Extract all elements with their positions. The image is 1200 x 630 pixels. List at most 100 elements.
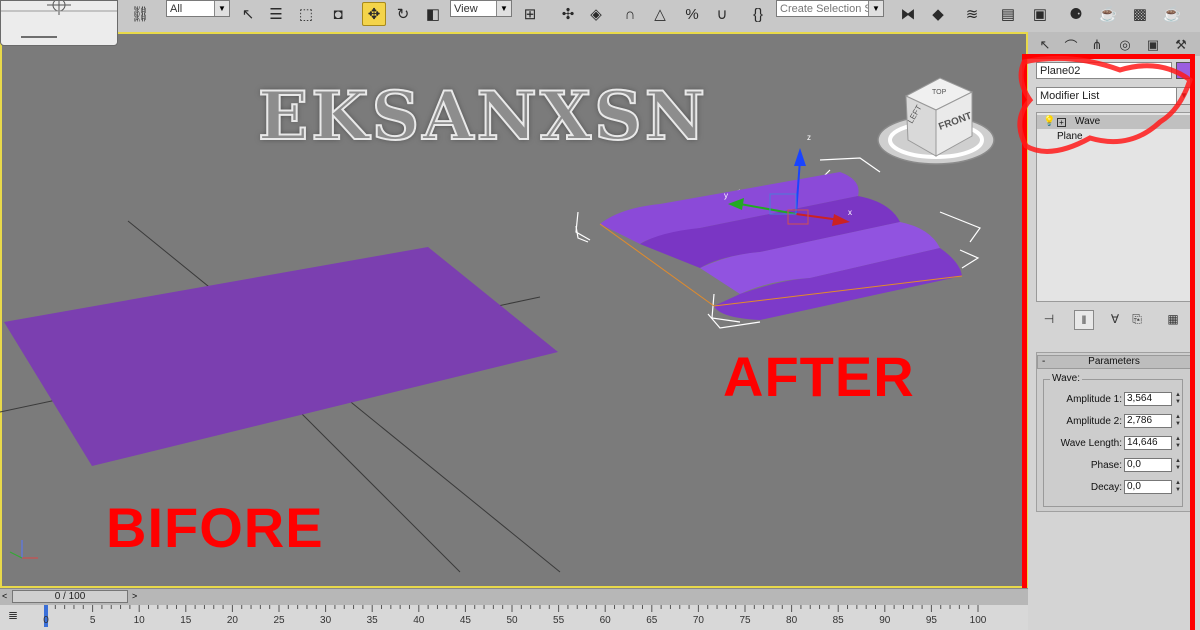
curve-editor-icon[interactable]: ▤ — [996, 2, 1020, 26]
remove-modifier-icon[interactable]: ⎘ — [1128, 310, 1146, 328]
mirror-icon[interactable]: ⧓ — [896, 2, 920, 26]
keyboard-shortcut-icon[interactable]: ◈ — [584, 2, 608, 26]
spinner-icon[interactable]: ▲ ▼ — [1174, 480, 1182, 494]
param-phase: Phase: 0,0 ▲ ▼ — [1044, 458, 1184, 474]
select-by-name-icon[interactable]: ☰ — [264, 2, 288, 26]
stack-toolbar: ⊣ ‖ ∀ ⎘ ▦ — [1036, 308, 1192, 332]
render-production-icon[interactable]: ☕ — [1160, 2, 1184, 26]
layer-manager-icon[interactable]: ≋ — [960, 2, 984, 26]
param-amplitude-1: Amplitude 1: 3,564 ▲ ▼ — [1044, 392, 1184, 408]
crosshair-icon — [1, 0, 117, 38]
rendered-frame-window-icon[interactable]: ▩ — [1128, 2, 1152, 26]
tick-label: 90 — [879, 615, 891, 626]
amplitude-1-field[interactable]: 3,564 — [1124, 392, 1172, 406]
pivot-center-icon[interactable]: ⊞ — [518, 2, 542, 26]
next-frame-icon[interactable]: > — [132, 591, 137, 601]
show-end-result-icon[interactable]: ‖ — [1074, 310, 1094, 330]
tick-label: 20 — [226, 615, 238, 626]
tick-label: 55 — [553, 615, 565, 626]
render-setup-icon[interactable]: ☕ — [1096, 2, 1120, 26]
spinner-icon[interactable]: ▲ ▼ — [1174, 392, 1182, 406]
reference-coordinate-dropdown[interactable]: View ▼ — [450, 0, 512, 17]
viewcube-top-label: TOP — [932, 89, 947, 96]
before-plane — [4, 247, 558, 466]
select-and-rotate-icon[interactable]: ↻ — [391, 2, 415, 26]
modifier-list-label: Modifier List — [1040, 90, 1100, 102]
modifier-stack: 💡 + Wave Plane — [1036, 112, 1192, 302]
tick-label: 65 — [646, 615, 658, 626]
axis-tripod-icon — [9, 540, 38, 559]
spinner-icon[interactable]: ▲ ▼ — [1174, 458, 1182, 472]
viewcube: TOP LEFT FRONT — [877, 77, 995, 165]
wave-group: Wave: Amplitude 1: 3,564 ▲ ▼ Amplitude 2:… — [1043, 373, 1184, 507]
expand-icon[interactable]: + — [1057, 118, 1066, 127]
align-icon[interactable]: ◆ — [926, 2, 950, 26]
param-label: Amplitude 2: — [1066, 416, 1122, 427]
create-tab-icon[interactable]: ↖ — [1034, 35, 1056, 55]
collapse-icon[interactable]: - — [1042, 356, 1045, 368]
select-link-icon[interactable]: ⛓ — [128, 2, 152, 26]
rollout-title: Parameters — [1088, 356, 1140, 367]
select-object-icon[interactable]: ↖ — [236, 2, 260, 26]
stack-item-wave[interactable]: 💡 + Wave — [1037, 115, 1191, 129]
parameters-rollout: - Parameters Wave: Amplitude 1: 3,564 ▲ ▼… — [1036, 352, 1192, 512]
motion-tab-icon[interactable]: ◎ — [1114, 35, 1136, 55]
utilities-tab-icon[interactable]: ⚒ — [1170, 35, 1192, 55]
gizmo-x-label: x — [848, 208, 852, 217]
display-tab-icon[interactable]: ▣ — [1142, 35, 1164, 55]
param-label: Phase: — [1090, 460, 1122, 471]
select-and-move-icon[interactable]: ✥ — [362, 2, 386, 26]
named-selection-sets-dropdown[interactable]: Create Selection Set ▼ — [776, 0, 884, 17]
schematic-view-icon[interactable]: ▣ — [1028, 2, 1052, 26]
object-color-swatch[interactable] — [1176, 62, 1192, 79]
prev-frame-icon[interactable]: < — [2, 591, 7, 601]
chevron-down-icon: ▼ — [214, 1, 229, 16]
tick-label: 15 — [180, 615, 192, 626]
pin-stack-icon[interactable]: ⊣ — [1040, 310, 1058, 328]
angle-snap-icon[interactable]: △ — [648, 2, 672, 26]
tick-label: 85 — [832, 615, 844, 626]
gizmo-y-label: y — [724, 191, 728, 200]
edit-named-selection-icon[interactable]: {} — [746, 2, 770, 26]
hierarchy-tab-icon[interactable]: ⋔ — [1086, 35, 1108, 55]
command-panel: ↖ ⌒ ⋔ ◎ ▣ ⚒ Plane02 Modifier List ▼ 💡 + … — [1028, 32, 1200, 630]
spinner-icon[interactable]: ▲ ▼ — [1174, 436, 1182, 450]
perspective-viewport[interactable]: z x y TOP LEFT FRONT EKSANXSN BIFORE AFT… — [0, 32, 1028, 588]
decay-field[interactable]: 0,0 — [1124, 480, 1172, 494]
rectangular-selection-icon[interactable]: ⬚ — [294, 2, 318, 26]
configure-modifier-sets-icon[interactable]: ▦ — [1164, 310, 1182, 328]
window-crossing-icon[interactable]: ◘ — [326, 2, 350, 26]
material-editor-icon[interactable]: ⚈ — [1064, 2, 1088, 26]
param-wave-length: Wave Length: 14,646 ▲ ▼ — [1044, 436, 1184, 452]
amplitude-2-field[interactable]: 2,786 — [1124, 414, 1172, 428]
stack-item-label: Plane — [1057, 131, 1083, 142]
time-slider-knob[interactable]: 0 / 100 — [12, 590, 128, 603]
tick-label: 0 — [43, 615, 49, 626]
select-and-scale-icon[interactable]: ◧ — [421, 2, 445, 26]
selection-filter-value: All — [170, 3, 183, 15]
tick-label: 25 — [273, 615, 285, 626]
selection-filter-dropdown[interactable]: All ▼ — [166, 0, 230, 17]
watermark-text: EKSANXSN — [257, 76, 709, 156]
make-unique-icon[interactable]: ∀ — [1106, 310, 1124, 328]
object-name-field[interactable]: Plane02 — [1036, 62, 1172, 79]
tick-label: 100 — [969, 615, 987, 626]
rollout-header[interactable]: - Parameters — [1037, 355, 1191, 369]
percent-snap-icon[interactable]: % — [680, 2, 704, 26]
wave-length-field[interactable]: 14,646 — [1124, 436, 1172, 450]
time-slider[interactable]: 0 / 100 < > — [0, 588, 1028, 605]
chevron-down-icon: ▼ — [496, 1, 511, 16]
lightbulb-icon[interactable]: 💡 — [1043, 115, 1055, 129]
phase-field[interactable]: 0,0 — [1124, 458, 1172, 472]
modify-tab-icon[interactable]: ⌒ — [1060, 35, 1082, 55]
spinner-icon[interactable]: ▲ ▼ — [1174, 414, 1182, 428]
track-bar[interactable]: ≣ 0 5 10 15 20 25 30 35 40 45 50 55 60 65 70 75 80 85 90 95… — [0, 605, 1028, 630]
command-panel-tabs: ↖ ⌒ ⋔ ◎ ▣ ⚒ — [1028, 32, 1200, 56]
spinner-snap-icon[interactable]: ∪ — [710, 2, 734, 26]
tick-label: 75 — [739, 615, 751, 626]
snap-toggle-icon[interactable]: ∩ — [618, 2, 642, 26]
manipulate-icon[interactable]: ✣ — [556, 2, 580, 26]
stack-item-plane[interactable]: Plane — [1037, 130, 1191, 144]
stack-item-label: Wave — [1075, 116, 1101, 127]
modifier-list-dropdown[interactable]: Modifier List ▼ — [1036, 87, 1192, 105]
